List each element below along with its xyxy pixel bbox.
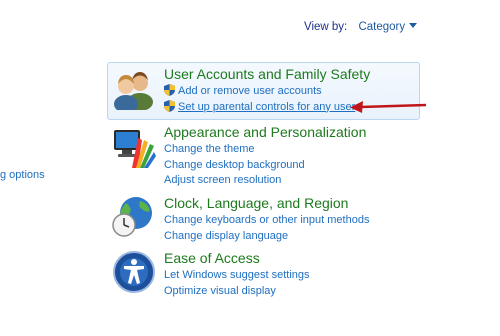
link-change-background[interactable]: Change desktop background (164, 158, 366, 174)
link-add-remove-accounts[interactable]: Add or remove user accounts (164, 84, 370, 100)
side-panel-link[interactable]: g options (0, 169, 45, 181)
chevron-down-icon[interactable] (409, 23, 418, 29)
annotation-arrow-icon (350, 101, 427, 113)
appearance-icon[interactable] (112, 124, 156, 168)
ease-of-access-icon[interactable] (112, 250, 156, 294)
view-by-control: View by: Category (304, 21, 418, 33)
link-change-display-language[interactable]: Change display language (164, 229, 369, 245)
link-optimize-display[interactable]: Optimize visual display (164, 284, 310, 300)
link-change-theme[interactable]: Change the theme (164, 142, 366, 158)
link-change-keyboards[interactable]: Change keyboards or other input methods (164, 213, 369, 229)
category-title[interactable]: User Accounts and Family Safety (164, 66, 370, 82)
globe-clock-icon[interactable] (112, 195, 156, 239)
users-icon[interactable] (112, 66, 156, 110)
view-by-label: View by: (304, 21, 348, 33)
category-title[interactable]: Ease of Access (164, 250, 310, 266)
category-title[interactable]: Clock, Language, and Region (164, 195, 369, 211)
view-by-value[interactable]: Category (358, 21, 405, 33)
category-title[interactable]: Appearance and Personalization (164, 124, 366, 140)
link-text[interactable]: Set up parental controls for any user (178, 101, 355, 113)
uac-shield-icon (164, 99, 175, 112)
view-by-dropdown[interactable]: Category (358, 21, 418, 33)
link-adjust-resolution[interactable]: Adjust screen resolution (164, 173, 366, 189)
uac-shield-icon (164, 84, 175, 96)
link-windows-suggest[interactable]: Let Windows suggest settings (164, 268, 310, 284)
link-parental-controls[interactable]: Set up parental controls for any user (164, 99, 370, 116)
link-text[interactable]: Add or remove user accounts (178, 85, 322, 97)
